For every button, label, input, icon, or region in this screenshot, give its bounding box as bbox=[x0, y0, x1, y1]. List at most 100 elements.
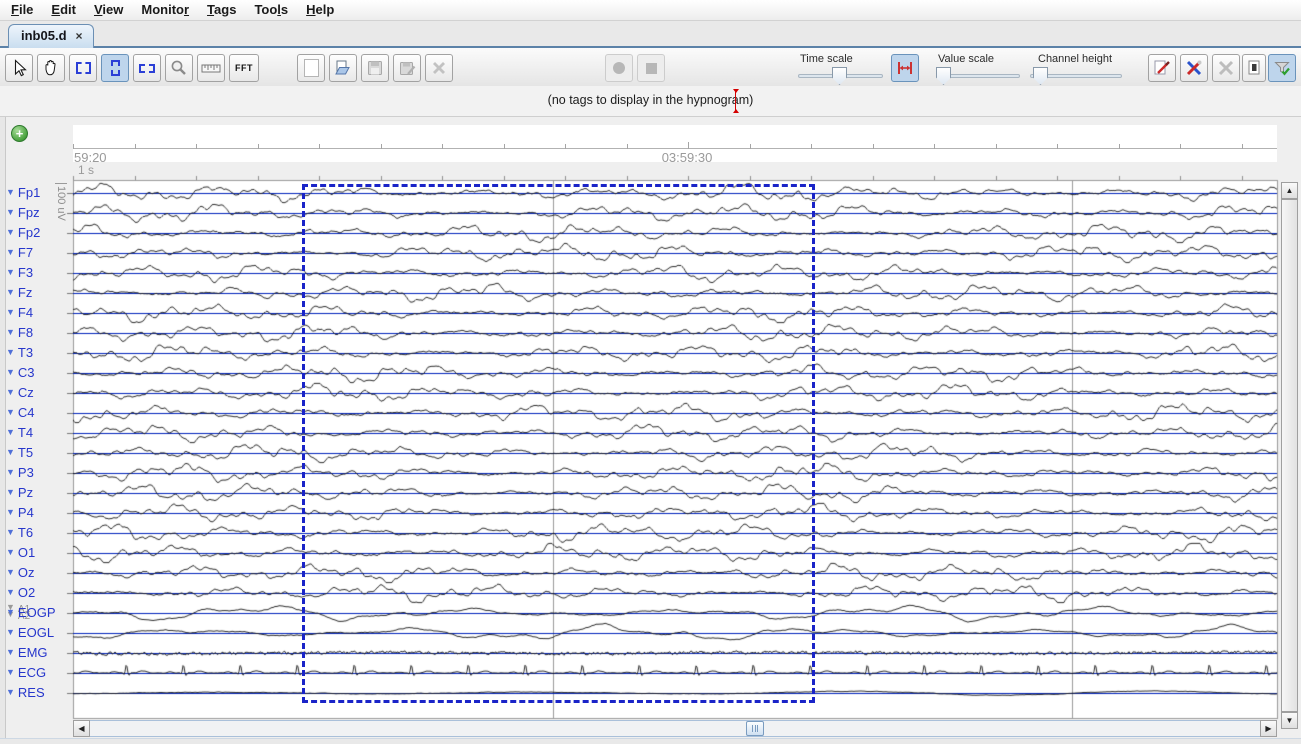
tools-disabled-button[interactable] bbox=[1212, 54, 1240, 82]
filter-button[interactable] bbox=[1268, 54, 1296, 82]
menu-file[interactable]: File bbox=[2, 0, 42, 17]
channel-collapse-icon[interactable]: ▼ bbox=[6, 447, 15, 457]
channel-p4[interactable]: ▼P4 bbox=[6, 504, 34, 522]
open-file-icon bbox=[332, 58, 354, 78]
channel-collapse-icon[interactable]: ▼ bbox=[6, 567, 15, 577]
channel-collapse-icon[interactable]: ▼ bbox=[6, 647, 15, 657]
channel-o1[interactable]: ▼O1 bbox=[6, 544, 35, 562]
horizontal-scrollbar-track[interactable] bbox=[90, 720, 1260, 737]
channel-collapse-icon[interactable]: ▼ bbox=[6, 487, 15, 497]
settings-tools-button[interactable] bbox=[1180, 54, 1208, 82]
channel-collapse-icon[interactable]: ▼ bbox=[6, 687, 15, 697]
channel-collapse-icon[interactable]: ▼ bbox=[6, 247, 15, 257]
pan-tool-button[interactable] bbox=[37, 54, 65, 82]
channel-collapse-icon[interactable]: ▼ bbox=[6, 547, 15, 557]
channel-collapse-icon[interactable]: ▼ bbox=[6, 467, 15, 477]
value-scale-slider-thumb[interactable] bbox=[936, 67, 951, 85]
timeline[interactable]: 59:20 03:59:30 bbox=[73, 125, 1277, 162]
channel-collapse-icon[interactable]: ▼ bbox=[6, 327, 15, 337]
timeline-tick bbox=[442, 144, 443, 149]
hypnogram-bar[interactable]: (no tags to display in the hypnogram) bbox=[0, 86, 1301, 117]
channel-eogl[interactable]: ▼EOGL bbox=[6, 624, 54, 642]
vertical-scrollbar-thumb[interactable] bbox=[1281, 199, 1298, 712]
channel-label: F7 bbox=[18, 245, 33, 260]
menu-view[interactable]: View bbox=[85, 0, 132, 17]
fft-tool-button[interactable]: FFT bbox=[229, 54, 259, 82]
channel-collapse-icon[interactable]: ▼ bbox=[6, 187, 15, 197]
channel-collapse-icon[interactable]: ▼ bbox=[6, 667, 15, 677]
channel-collapse-icon[interactable]: ▼ bbox=[6, 307, 15, 317]
channel-c4[interactable]: ▼C4 bbox=[6, 404, 35, 422]
horizontal-scrollbar-thumb[interactable] bbox=[746, 721, 764, 736]
channel-cz[interactable]: ▼Cz bbox=[6, 384, 34, 402]
tab-close-icon[interactable]: × bbox=[76, 29, 83, 43]
channel-oz[interactable]: ▼Oz bbox=[6, 564, 35, 582]
menu-monitor[interactable]: Monitor bbox=[132, 0, 198, 17]
channel-pz[interactable]: ▼Pz bbox=[6, 484, 33, 502]
time-scale-slider-thumb[interactable] bbox=[832, 67, 847, 85]
new-file-button[interactable] bbox=[297, 54, 325, 82]
save-button[interactable] bbox=[361, 54, 389, 82]
channel-f8[interactable]: ▼F8 bbox=[6, 324, 33, 342]
channel-fpz[interactable]: ▼Fpz bbox=[6, 204, 40, 222]
channel-collapse-icon[interactable]: ▼ bbox=[6, 227, 15, 237]
channel-height-slider-thumb[interactable] bbox=[1033, 67, 1048, 85]
channel-collapse-icon[interactable]: ▼ bbox=[6, 587, 15, 597]
channel-collapse-icon[interactable]: ▼ bbox=[6, 267, 15, 277]
channel-fz[interactable]: ▼Fz bbox=[6, 284, 32, 302]
channel-t5[interactable]: ▼T5 bbox=[6, 444, 33, 462]
channel-emg[interactable]: ▼EMG bbox=[6, 644, 48, 662]
pointer-tool-button[interactable] bbox=[5, 54, 33, 82]
channel-eogp[interactable]: ▼EOGP bbox=[6, 604, 56, 622]
channel-collapse-icon[interactable]: ▼ bbox=[6, 387, 15, 397]
channel-slice-select-tool-button[interactable] bbox=[133, 54, 161, 82]
selection-rectangle[interactable] bbox=[302, 184, 815, 703]
channel-collapse-icon[interactable]: ▼ bbox=[6, 427, 15, 437]
open-file-button[interactable] bbox=[329, 54, 357, 82]
scroll-up-button[interactable]: ▲ bbox=[1281, 182, 1298, 199]
channel-fp2[interactable]: ▼Fp2 bbox=[6, 224, 40, 242]
menu-help[interactable]: Help bbox=[297, 0, 343, 17]
measure-tool-button[interactable] bbox=[197, 54, 225, 82]
channel-collapse-icon[interactable]: ▼ bbox=[6, 527, 15, 537]
channel-collapse-icon[interactable]: ▼ bbox=[6, 507, 15, 517]
tab-inb05[interactable]: inb05.d× bbox=[8, 24, 94, 50]
channel-ecg[interactable]: ▼ECG bbox=[6, 664, 46, 682]
montage-edit-button[interactable] bbox=[1148, 54, 1176, 82]
channel-res[interactable]: ▼RES bbox=[6, 684, 45, 702]
menu-tools[interactable]: Tools bbox=[245, 0, 297, 17]
rect-select-tool-button[interactable] bbox=[69, 54, 97, 82]
stop-button[interactable] bbox=[637, 54, 665, 82]
fit-width-button[interactable] bbox=[891, 54, 919, 82]
channel-collapse-icon[interactable]: ▼ bbox=[6, 627, 15, 637]
channel-f7[interactable]: ▼F7 bbox=[6, 244, 33, 262]
scroll-down-button[interactable]: ▼ bbox=[1281, 712, 1298, 729]
timeline-tick bbox=[135, 144, 136, 149]
time-slice-select-tool-button[interactable] bbox=[101, 54, 129, 82]
record-button[interactable] bbox=[605, 54, 633, 82]
channel-t3[interactable]: ▼T3 bbox=[6, 344, 33, 362]
menu-edit[interactable]: Edit bbox=[42, 0, 85, 17]
channel-collapse-icon[interactable]: ▼ bbox=[6, 347, 15, 357]
channel-c3[interactable]: ▼C3 bbox=[6, 364, 35, 382]
hypnogram-position-marker[interactable] bbox=[735, 89, 736, 113]
channel-collapse-icon[interactable]: ▼ bbox=[6, 607, 15, 617]
channel-f4[interactable]: ▼F4 bbox=[6, 304, 33, 322]
zoom-tool-button[interactable] bbox=[165, 54, 193, 82]
channel-collapse-icon[interactable]: ▼ bbox=[6, 207, 15, 217]
channel-fp1[interactable]: ▼Fp1 bbox=[6, 184, 40, 202]
delete-button[interactable] bbox=[425, 54, 453, 82]
channel-collapse-icon[interactable]: ▼ bbox=[6, 367, 15, 377]
time-scale-label: Time scale bbox=[800, 53, 853, 65]
signal-properties-button[interactable] bbox=[1242, 54, 1266, 82]
menu-tags[interactable]: Tags bbox=[198, 0, 245, 17]
scroll-left-button[interactable]: ◀ bbox=[73, 720, 90, 737]
save-as-button[interactable] bbox=[393, 54, 421, 82]
scroll-right-button[interactable]: ▶ bbox=[1260, 720, 1277, 737]
channel-collapse-icon[interactable]: ▼ bbox=[6, 287, 15, 297]
channel-t4[interactable]: ▼T4 bbox=[6, 424, 33, 442]
channel-t6[interactable]: ▼T6 bbox=[6, 524, 33, 542]
channel-collapse-icon[interactable]: ▼ bbox=[6, 407, 15, 417]
channel-p3[interactable]: ▼P3 bbox=[6, 464, 34, 482]
channel-f3[interactable]: ▼F3 bbox=[6, 264, 33, 282]
